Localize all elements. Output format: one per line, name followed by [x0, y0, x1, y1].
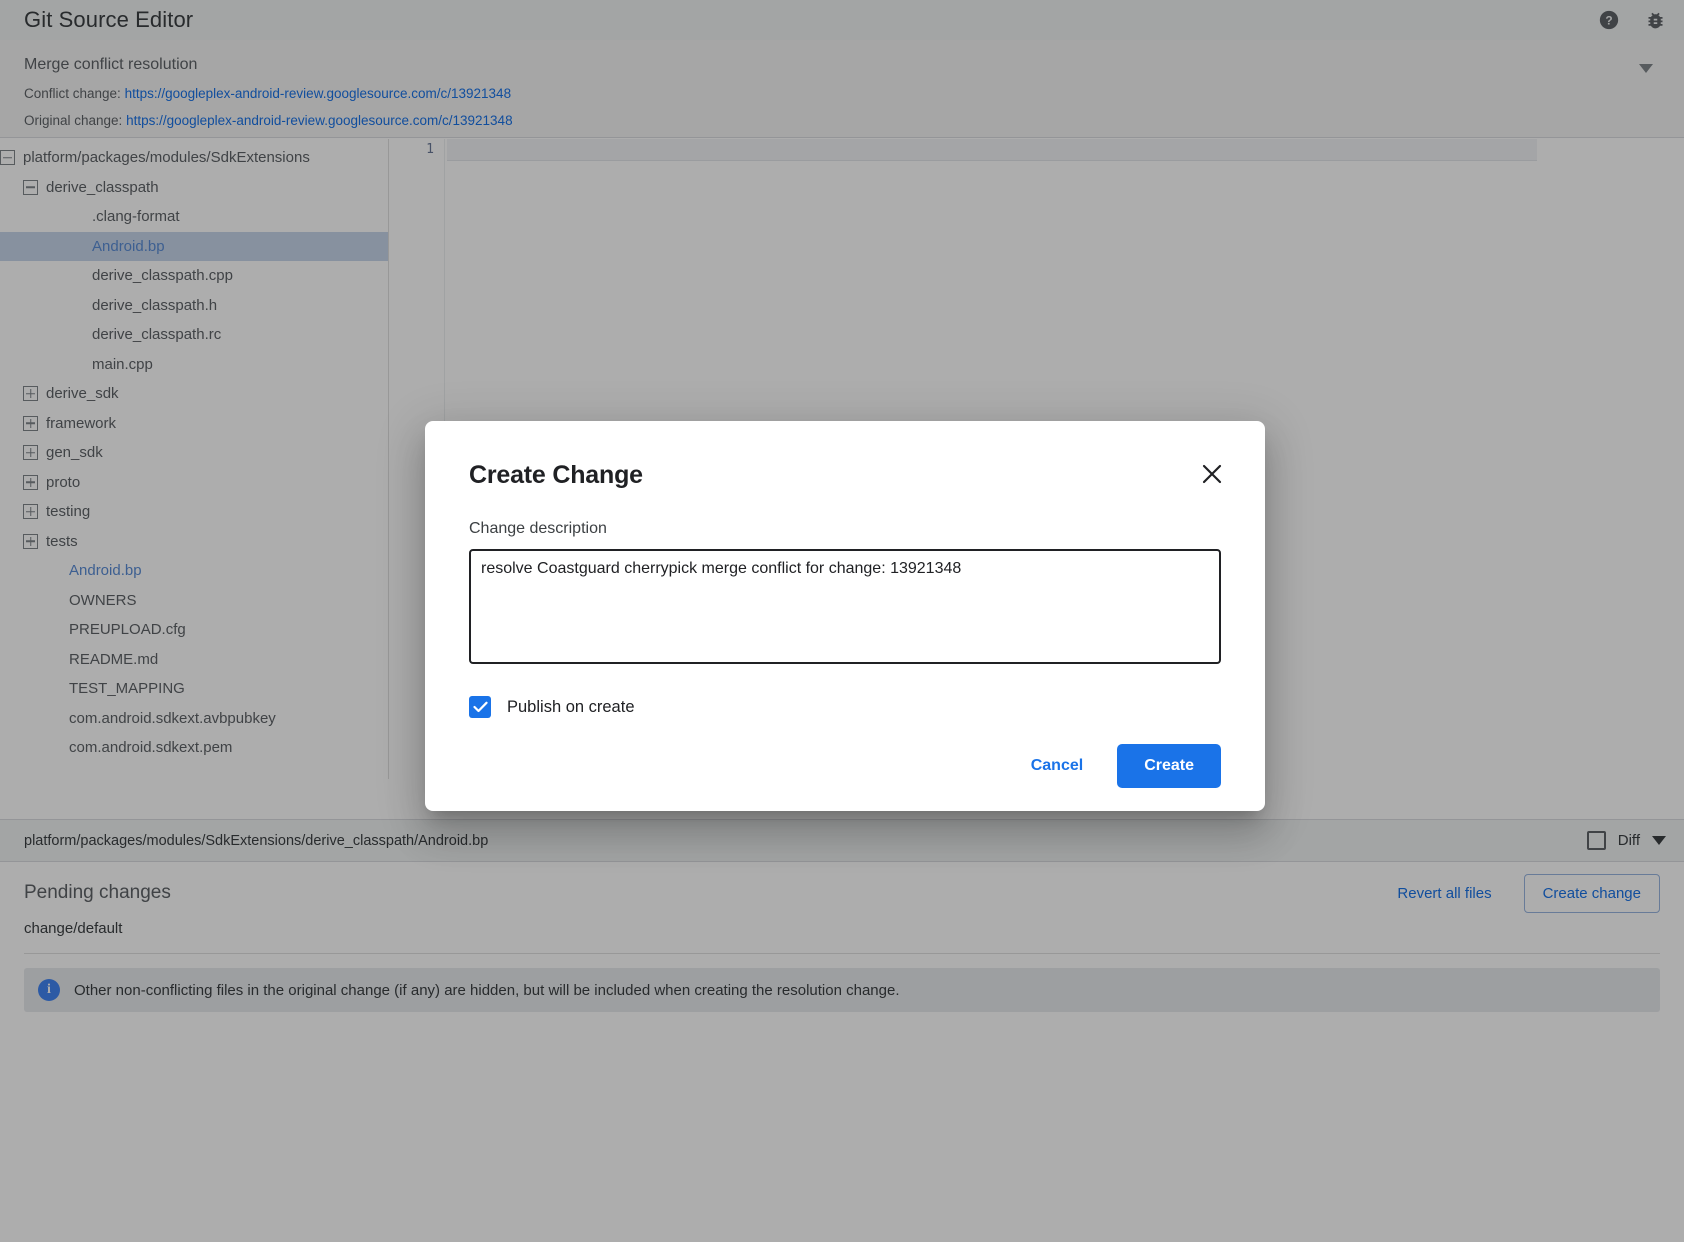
tree-item-label: derive_classpath	[46, 173, 159, 203]
tree-item-label: derive_classpath.h	[92, 291, 217, 321]
expand-icon[interactable]	[23, 534, 38, 549]
tree-item-label: Android.bp	[69, 556, 142, 586]
tree-item-label: testing	[46, 497, 90, 527]
page-title: Git Source Editor	[24, 7, 1596, 33]
original-change-link[interactable]: https://googleplex-android-review.google…	[126, 113, 513, 128]
cancel-button[interactable]: Cancel	[1015, 746, 1099, 786]
tree-item[interactable]: tests	[0, 527, 388, 557]
merge-header-title: Merge conflict resolution	[24, 52, 1660, 78]
header-actions: ?	[1596, 7, 1668, 33]
dialog-title: Create Change	[469, 461, 1197, 490]
pending-changes-section: Pending changes Revert all files Create …	[0, 862, 1684, 1242]
file-tree: platform/packages/modules/SdkExtensionsd…	[0, 139, 389, 779]
chevron-down-icon[interactable]	[1632, 54, 1660, 82]
close-icon[interactable]	[1197, 459, 1227, 489]
tree-item[interactable]: derive_classpath.rc	[0, 320, 388, 350]
help-circle-icon[interactable]: ?	[1596, 7, 1622, 33]
publish-on-create-row: Publish on create	[469, 696, 1221, 718]
tree-item-label: README.md	[69, 645, 158, 675]
svg-text:?: ?	[1605, 14, 1612, 28]
expand-icon[interactable]	[23, 386, 38, 401]
current-file-path: platform/packages/modules/SdkExtensions/…	[24, 833, 1587, 849]
create-change-button[interactable]: Create change	[1524, 874, 1660, 913]
original-change-label: Original change:	[24, 113, 122, 128]
conflict-change-link[interactable]: https://googleplex-android-review.google…	[125, 86, 512, 101]
tree-item-label: derive_sdk	[46, 379, 119, 409]
tree-item-label: framework	[46, 409, 116, 439]
tree-item[interactable]: PREUPLOAD.cfg	[0, 615, 388, 645]
tree-item-label: platform/packages/modules/SdkExtensions	[23, 143, 310, 173]
conflict-change-label: Conflict change:	[24, 86, 121, 101]
caret-down-icon[interactable]	[1652, 836, 1666, 845]
tree-item-label: com.android.sdkext.pem	[69, 733, 232, 763]
section-divider	[24, 953, 1660, 954]
expand-icon[interactable]	[23, 416, 38, 431]
tree-item-label: derive_classpath.cpp	[92, 261, 233, 291]
tree-item-label: main.cpp	[92, 350, 153, 380]
dialog-actions: Cancel Create	[469, 744, 1221, 788]
info-banner-text: Other non-conflicting files in the origi…	[74, 982, 900, 999]
tree-item[interactable]: .clang-format	[0, 202, 388, 232]
tree-item[interactable]: framework	[0, 409, 388, 439]
info-icon: i	[38, 979, 60, 1001]
tree-item[interactable]: com.android.sdkext.pem	[0, 733, 388, 763]
tree-item[interactable]: README.md	[0, 645, 388, 675]
tree-item[interactable]: main.cpp	[0, 350, 388, 380]
pending-changes-title: Pending changes	[24, 882, 1387, 904]
create-button[interactable]: Create	[1117, 744, 1221, 788]
tree-item-label: Android.bp	[92, 232, 165, 262]
info-banner: i Other non-conflicting files in the ori…	[24, 968, 1660, 1012]
tree-item-label: proto	[46, 468, 80, 498]
pending-changes-header: Pending changes Revert all files Create …	[0, 862, 1684, 924]
conflict-change-row: Conflict change: https://googleplex-andr…	[24, 80, 1660, 107]
revert-all-files-button[interactable]: Revert all files	[1387, 876, 1501, 911]
tree-item-label: PREUPLOAD.cfg	[69, 615, 186, 645]
original-change-row: Original change: https://googleplex-andr…	[24, 107, 1660, 134]
tree-item[interactable]: gen_sdk	[0, 438, 388, 468]
tree-item[interactable]: OWNERS	[0, 586, 388, 616]
editor-active-line	[447, 139, 1537, 161]
publish-on-create-checkbox[interactable]	[469, 696, 491, 718]
change-description-input[interactable]	[469, 549, 1221, 664]
tree-item-label: .clang-format	[92, 202, 180, 232]
tree-item-label: com.android.sdkext.avbpubkey	[69, 704, 276, 734]
tree-item[interactable]: Android.bp	[0, 556, 388, 586]
diff-control: Diff	[1587, 831, 1666, 850]
merge-conflict-header: Merge conflict resolution Conflict chang…	[0, 40, 1684, 138]
tree-item[interactable]: platform/packages/modules/SdkExtensions	[0, 143, 388, 173]
tree-item[interactable]: Android.bp	[0, 232, 388, 262]
diff-label: Diff	[1618, 832, 1640, 849]
tree-item[interactable]: testing	[0, 497, 388, 527]
tree-item-label: derive_classpath.rc	[92, 320, 221, 350]
tree-item[interactable]: proto	[0, 468, 388, 498]
expand-icon[interactable]	[23, 445, 38, 460]
diff-checkbox[interactable]	[1587, 831, 1606, 850]
tree-item[interactable]: derive_classpath.cpp	[0, 261, 388, 291]
tree-item[interactable]: com.android.sdkext.avbpubkey	[0, 704, 388, 734]
tree-item[interactable]: derive_sdk	[0, 379, 388, 409]
tree-item[interactable]: derive_classpath.h	[0, 291, 388, 321]
expand-icon[interactable]	[23, 504, 38, 519]
tree-item-label: OWNERS	[69, 586, 137, 616]
change-description-label: Change description	[469, 520, 1221, 538]
tree-item[interactable]: TEST_MAPPING	[0, 674, 388, 704]
collapse-icon[interactable]	[23, 180, 38, 195]
line-number: 1	[389, 139, 444, 161]
tree-item-label: gen_sdk	[46, 438, 103, 468]
expand-icon[interactable]	[23, 475, 38, 490]
app-header: Git Source Editor ?	[0, 0, 1684, 40]
create-change-dialog: Create Change Change description Publish…	[425, 421, 1265, 811]
bug-icon[interactable]	[1642, 7, 1668, 33]
collapse-icon[interactable]	[0, 150, 15, 165]
file-path-bar: platform/packages/modules/SdkExtensions/…	[0, 819, 1684, 862]
tree-item[interactable]: derive_classpath	[0, 173, 388, 203]
publish-on-create-label: Publish on create	[507, 698, 635, 717]
dialog-header: Create Change	[469, 461, 1221, 490]
tree-item-label: TEST_MAPPING	[69, 674, 185, 704]
tree-item-label: tests	[46, 527, 78, 557]
